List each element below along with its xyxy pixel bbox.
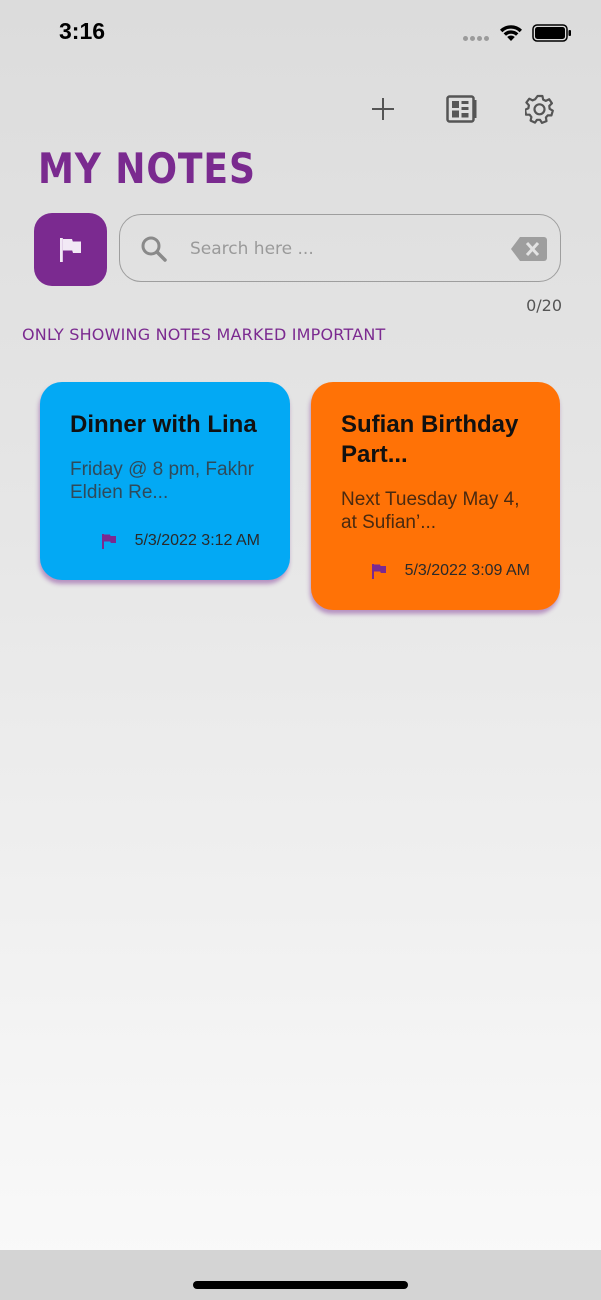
note-preview: Next Tuesday May 4, at Sufian’... <box>341 489 520 533</box>
search-icon <box>141 236 167 262</box>
flag-icon <box>59 237 81 262</box>
page-title: MY NOTES <box>38 144 256 193</box>
home-indicator[interactable] <box>193 1281 408 1289</box>
wifi-icon <box>500 25 522 41</box>
backspace-clear-icon[interactable] <box>511 237 547 261</box>
note-timestamp: 5/3/2022 3:12 AM <box>134 532 260 549</box>
important-flag-icon <box>371 564 386 579</box>
note-preview: Friday @ 8 pm, Fakhr Eldien Re... <box>70 459 254 503</box>
note-card[interactable]: Dinner with Lina Friday @ 8 pm, Fakhr El… <box>40 382 290 580</box>
search-input[interactable] <box>188 231 492 267</box>
filter-status-message: ONLY SHOWING NOTES MARKED IMPORTANT <box>22 325 386 344</box>
home-bar <box>0 1250 601 1300</box>
status-time: 3:16 <box>59 18 106 44</box>
add-note-button[interactable] <box>365 91 401 127</box>
note-card[interactable]: Sufian Birthday Part... Next Tuesday May… <box>311 382 560 610</box>
note-footer: 5/3/2022 3:09 AM <box>371 562 530 580</box>
settings-button[interactable] <box>522 91 558 127</box>
important-flag-icon <box>101 534 116 549</box>
important-filter-button[interactable] <box>34 213 107 286</box>
toggle-view-button[interactable] <box>443 91 479 127</box>
note-timestamp: 5/3/2022 3:09 AM <box>404 562 530 579</box>
note-footer: 5/3/2022 3:12 AM <box>101 532 260 550</box>
battery-icon <box>532 24 571 42</box>
grid-view-icon <box>446 95 477 123</box>
status-bar: 3:16 <box>0 0 601 66</box>
gear-icon <box>525 94 554 124</box>
plus-icon <box>372 98 394 120</box>
search-box <box>119 214 561 282</box>
cellular-signal-icon <box>463 36 491 42</box>
search-char-counter: 0/20 <box>526 296 562 315</box>
note-title: Sufian Birthday Part... <box>341 411 519 468</box>
note-title: Dinner with Lina <box>70 411 257 438</box>
